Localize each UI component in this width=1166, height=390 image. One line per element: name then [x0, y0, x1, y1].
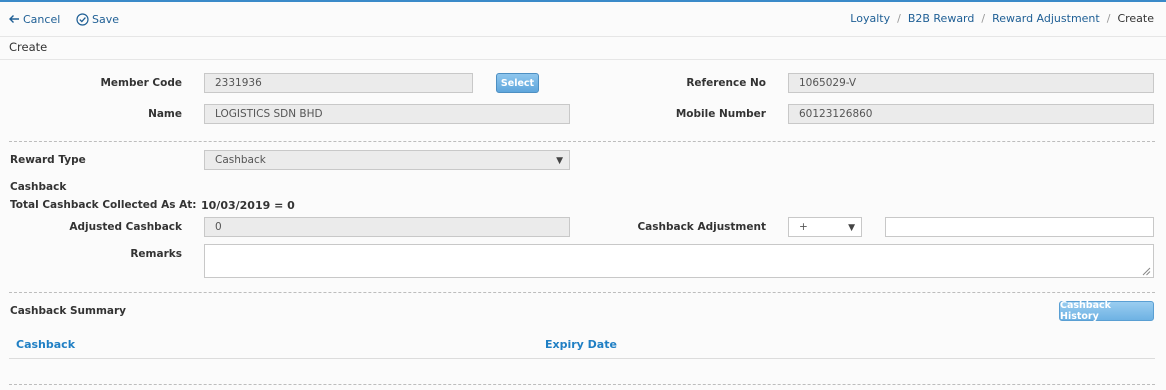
- reward-type-value: Cashback: [215, 154, 266, 166]
- cashback-heading: Cashback: [10, 181, 67, 193]
- member-code-field: 2331936: [204, 73, 473, 93]
- cashback-summary-title: Cashback Summary: [10, 305, 127, 317]
- column-header-expiry-date[interactable]: Expiry Date: [545, 338, 617, 351]
- column-header-cashback[interactable]: Cashback: [16, 338, 75, 351]
- save-button[interactable]: Save: [76, 11, 119, 27]
- divider: [0, 59, 1166, 60]
- section-divider: [9, 141, 1155, 142]
- breadcrumb: Loyalty / B2B Reward / Reward Adjustment…: [850, 12, 1154, 25]
- mobile-number-label: Mobile Number: [675, 108, 766, 120]
- select-member-button[interactable]: Select: [496, 73, 539, 93]
- cashback-history-button[interactable]: Cashback History: [1059, 300, 1154, 322]
- check-circle-icon: [76, 12, 89, 26]
- breadcrumb-loyalty[interactable]: Loyalty: [850, 12, 890, 25]
- breadcrumb-reward-adjustment[interactable]: Reward Adjustment: [992, 12, 1100, 25]
- cashback-adjustment-label: Cashback Adjustment: [637, 221, 766, 233]
- adjustment-amount-input[interactable]: [885, 217, 1154, 237]
- breadcrumb-separator: /: [1106, 12, 1111, 25]
- adjusted-cashback-label: Adjusted Cashback: [69, 221, 182, 233]
- table-header-divider: [9, 358, 1155, 359]
- name-field: LOGISTICS SDN BHD: [204, 104, 570, 124]
- save-label: Save: [92, 12, 120, 26]
- top-toolbar: Cancel Save Loyalty / B2B Reward / Rewar…: [0, 0, 1166, 37]
- adjustment-operator-select[interactable]: + ▼: [788, 217, 862, 237]
- remarks-label: Remarks: [130, 248, 182, 260]
- total-cashback-value: 10/03/2019 = 0: [201, 199, 295, 212]
- resize-grip-icon[interactable]: [1142, 266, 1151, 276]
- reference-no-field: 1065029-V: [788, 73, 1154, 93]
- breadcrumb-current: Create: [1117, 12, 1154, 25]
- reward-type-label: Reward Type: [10, 154, 86, 166]
- adjusted-cashback-field: 0: [204, 217, 570, 237]
- breadcrumb-separator: /: [981, 12, 986, 25]
- page-title: Create: [9, 40, 48, 54]
- mobile-number-field: 60123126860: [788, 104, 1154, 124]
- name-label: Name: [148, 108, 182, 120]
- breadcrumb-b2b-reward[interactable]: B2B Reward: [908, 12, 975, 25]
- reward-type-select[interactable]: Cashback ▼: [204, 150, 570, 170]
- member-code-label: Member Code: [100, 77, 182, 89]
- reference-no-label: Reference No: [686, 77, 766, 89]
- cancel-label: Cancel: [23, 12, 61, 26]
- arrow-left-icon: [8, 13, 20, 25]
- remarks-textarea[interactable]: [204, 244, 1154, 278]
- total-cashback-label: Total Cashback Collected As At:: [10, 199, 197, 211]
- section-divider: [9, 384, 1155, 385]
- adjustment-operator-value: +: [799, 221, 808, 233]
- cancel-button[interactable]: Cancel: [8, 11, 60, 27]
- caret-down-icon: ▼: [848, 223, 855, 233]
- section-divider: [9, 292, 1155, 293]
- breadcrumb-separator: /: [897, 12, 901, 25]
- caret-down-icon: ▼: [556, 156, 563, 166]
